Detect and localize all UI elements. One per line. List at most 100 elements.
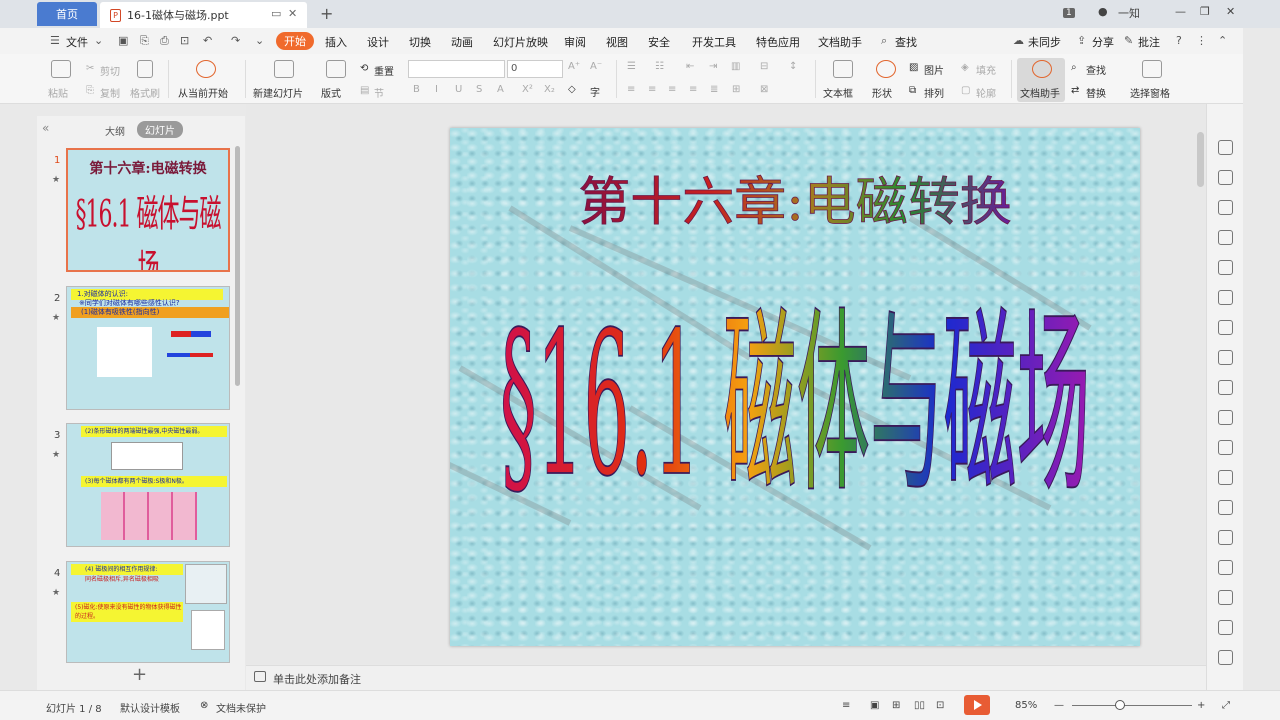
- find-button[interactable]: 查找: [1086, 62, 1106, 77]
- cloud-icon[interactable]: ☁: [1013, 34, 1024, 47]
- slide-section-title[interactable]: §16.1 磁体与磁场: [499, 288, 1090, 520]
- preview-icon[interactable]: ⊡: [180, 34, 189, 47]
- justify-icon[interactable]: ≡: [689, 84, 697, 95]
- slide-thumbnail-4[interactable]: (4) 磁极间的相互作用规律: 同名磁极相斥,异名磁极相吸 (5)磁化:使原来没…: [66, 561, 230, 663]
- new-tab-icon[interactable]: +: [320, 4, 333, 23]
- tab-transition[interactable]: 切换: [409, 34, 431, 50]
- reading-view-icon[interactable]: ▯▯: [914, 700, 925, 711]
- protection-status[interactable]: 文档未保护: [216, 700, 266, 715]
- text-direction-icon[interactable]: ⊟: [760, 61, 768, 72]
- copy-button[interactable]: 复制: [100, 85, 120, 100]
- zoom-level[interactable]: 85%: [1015, 700, 1037, 711]
- close-window-icon[interactable]: ✕: [1226, 5, 1235, 18]
- tab-view[interactable]: 视图: [606, 34, 628, 50]
- annotate-button[interactable]: 批注: [1138, 34, 1160, 50]
- tab-home[interactable]: 开始: [276, 32, 314, 50]
- hamburger-icon[interactable]: ☰: [50, 34, 60, 47]
- zoom-out-icon[interactable]: —: [1054, 700, 1064, 711]
- image-library-icon[interactable]: [1218, 380, 1233, 395]
- share-out-icon[interactable]: [1218, 410, 1233, 425]
- menu-file[interactable]: 文件: [66, 34, 88, 50]
- archive-icon[interactable]: [1218, 440, 1233, 455]
- minimize-icon[interactable]: —: [1175, 5, 1186, 18]
- tab-insert[interactable]: 插入: [325, 34, 347, 50]
- distribute-icon[interactable]: ≣: [710, 84, 718, 95]
- line-spacing-icon[interactable]: ↕: [789, 61, 797, 72]
- fill-button[interactable]: 填充: [976, 62, 996, 77]
- notes-pane[interactable]: 单击此处添加备注: [246, 665, 1206, 690]
- share-icon[interactable]: ⇪: [1077, 34, 1086, 47]
- collapse-ribbon-icon[interactable]: ⌃: [1218, 34, 1227, 47]
- decrease-font-icon[interactable]: A⁻: [590, 61, 602, 72]
- customize-icon[interactable]: ⌄: [255, 34, 264, 47]
- underline-icon[interactable]: U: [455, 84, 462, 95]
- restore-icon[interactable]: ❐: [1200, 5, 1210, 18]
- layout-button[interactable]: 版式: [321, 85, 341, 100]
- superscript-icon[interactable]: X²: [522, 84, 533, 95]
- tab-security[interactable]: 安全: [648, 34, 670, 50]
- notes-placeholder[interactable]: 单击此处添加备注: [273, 671, 361, 687]
- design-template[interactable]: 默认设计模板: [120, 700, 180, 715]
- slide-chapter-title[interactable]: 第十六章:电磁转换: [578, 173, 1012, 234]
- zoom-slider-track[interactable]: [1072, 705, 1192, 706]
- bold-icon[interactable]: B: [413, 84, 420, 95]
- panel-scrollbar[interactable]: [235, 146, 240, 386]
- align-right-icon[interactable]: ≡: [668, 84, 676, 95]
- share-button[interactable]: 分享: [1092, 34, 1114, 50]
- tab-doc-helper[interactable]: 文档助手: [818, 34, 862, 50]
- edit-scrollbar-thumb[interactable]: [1197, 132, 1204, 187]
- subscript-icon[interactable]: X₂: [544, 84, 555, 95]
- menu-search[interactable]: 查找: [895, 34, 917, 50]
- paste-button[interactable]: 粘贴: [48, 85, 68, 100]
- sorter-view-icon[interactable]: ⊞: [892, 700, 900, 711]
- indent-decrease-icon[interactable]: ⇤: [686, 61, 694, 72]
- fit-window-icon[interactable]: ⤢: [1222, 700, 1230, 711]
- play-slideshow-button[interactable]: [964, 695, 990, 715]
- slide-thumbnail-2[interactable]: 1.对磁体的认识: ※同学们对磁体有哪些感性认识? (1)磁体有吸铁性(指向性): [66, 286, 230, 410]
- bullets-icon[interactable]: ☰: [627, 61, 636, 72]
- shape-button[interactable]: 形状: [872, 85, 892, 100]
- phonetic-icon[interactable]: 字: [590, 84, 600, 99]
- notes-toggle-icon[interactable]: ≡: [842, 700, 850, 711]
- cut-button[interactable]: 剪切: [100, 63, 120, 78]
- tab-slideshow[interactable]: 幻灯片放映: [493, 34, 548, 50]
- indent-increase-icon[interactable]: ⇥: [709, 61, 717, 72]
- from-current-button[interactable]: 从当前开始: [178, 85, 228, 100]
- template-icon[interactable]: [1218, 230, 1233, 245]
- new-slide-button[interactable]: 新建幻灯片: [253, 85, 303, 100]
- search-icon[interactable]: ⌕: [881, 34, 887, 48]
- slide-thumbnail-1[interactable]: 第十六章:电磁转换 §16.1 磁体与磁场: [66, 148, 230, 272]
- current-slide[interactable]: 第十六章:电磁转换 §16.1 磁体与磁场: [450, 128, 1140, 646]
- tab-review[interactable]: 审阅: [564, 34, 586, 50]
- cube-icon[interactable]: [1218, 620, 1233, 635]
- outline-button[interactable]: 轮廓: [976, 85, 996, 100]
- export-icon[interactable]: ⎘: [140, 34, 149, 48]
- picture-button[interactable]: 图片: [924, 62, 944, 77]
- annotate-icon[interactable]: ✎: [1124, 34, 1133, 47]
- strikethrough-icon[interactable]: S: [476, 84, 482, 95]
- select-pane-button[interactable]: 选择窗格: [1130, 85, 1170, 100]
- increase-font-icon[interactable]: A⁺: [568, 61, 580, 72]
- tab-developer[interactable]: 开发工具: [692, 34, 736, 50]
- redo-icon[interactable]: ↷: [231, 34, 240, 47]
- undo-icon[interactable]: ↶: [203, 34, 212, 47]
- align-left-icon[interactable]: ≡: [627, 84, 635, 95]
- picture-icon[interactable]: [1218, 470, 1233, 485]
- home-tab[interactable]: 首页: [37, 2, 97, 26]
- tab-window-icon[interactable]: ▭: [271, 7, 281, 20]
- history-icon[interactable]: [1218, 560, 1233, 575]
- format-painter-button[interactable]: 格式刷: [130, 85, 160, 100]
- font-size-select[interactable]: 0: [507, 60, 563, 78]
- align-text-icon[interactable]: ⊞: [732, 84, 740, 95]
- audio-icon[interactable]: [1218, 500, 1233, 515]
- clear-format-icon[interactable]: ◇: [568, 84, 576, 95]
- slide-thumbnail-3[interactable]: (2)条形磁体的两端磁性最强,中央磁性最弱。 (3)每个磁体都有两个磁极:S极和…: [66, 423, 230, 547]
- sync-status[interactable]: 未同步: [1028, 34, 1061, 50]
- align-center-icon[interactable]: ≡: [648, 84, 656, 95]
- normal-view-icon[interactable]: ▣: [870, 700, 879, 711]
- save-icon[interactable]: ▣: [118, 34, 128, 47]
- arrange-button[interactable]: 排列: [924, 85, 944, 100]
- tab-animation[interactable]: 动画: [451, 34, 473, 50]
- grid-icon[interactable]: [1218, 290, 1233, 305]
- magic-icon[interactable]: [1218, 140, 1233, 155]
